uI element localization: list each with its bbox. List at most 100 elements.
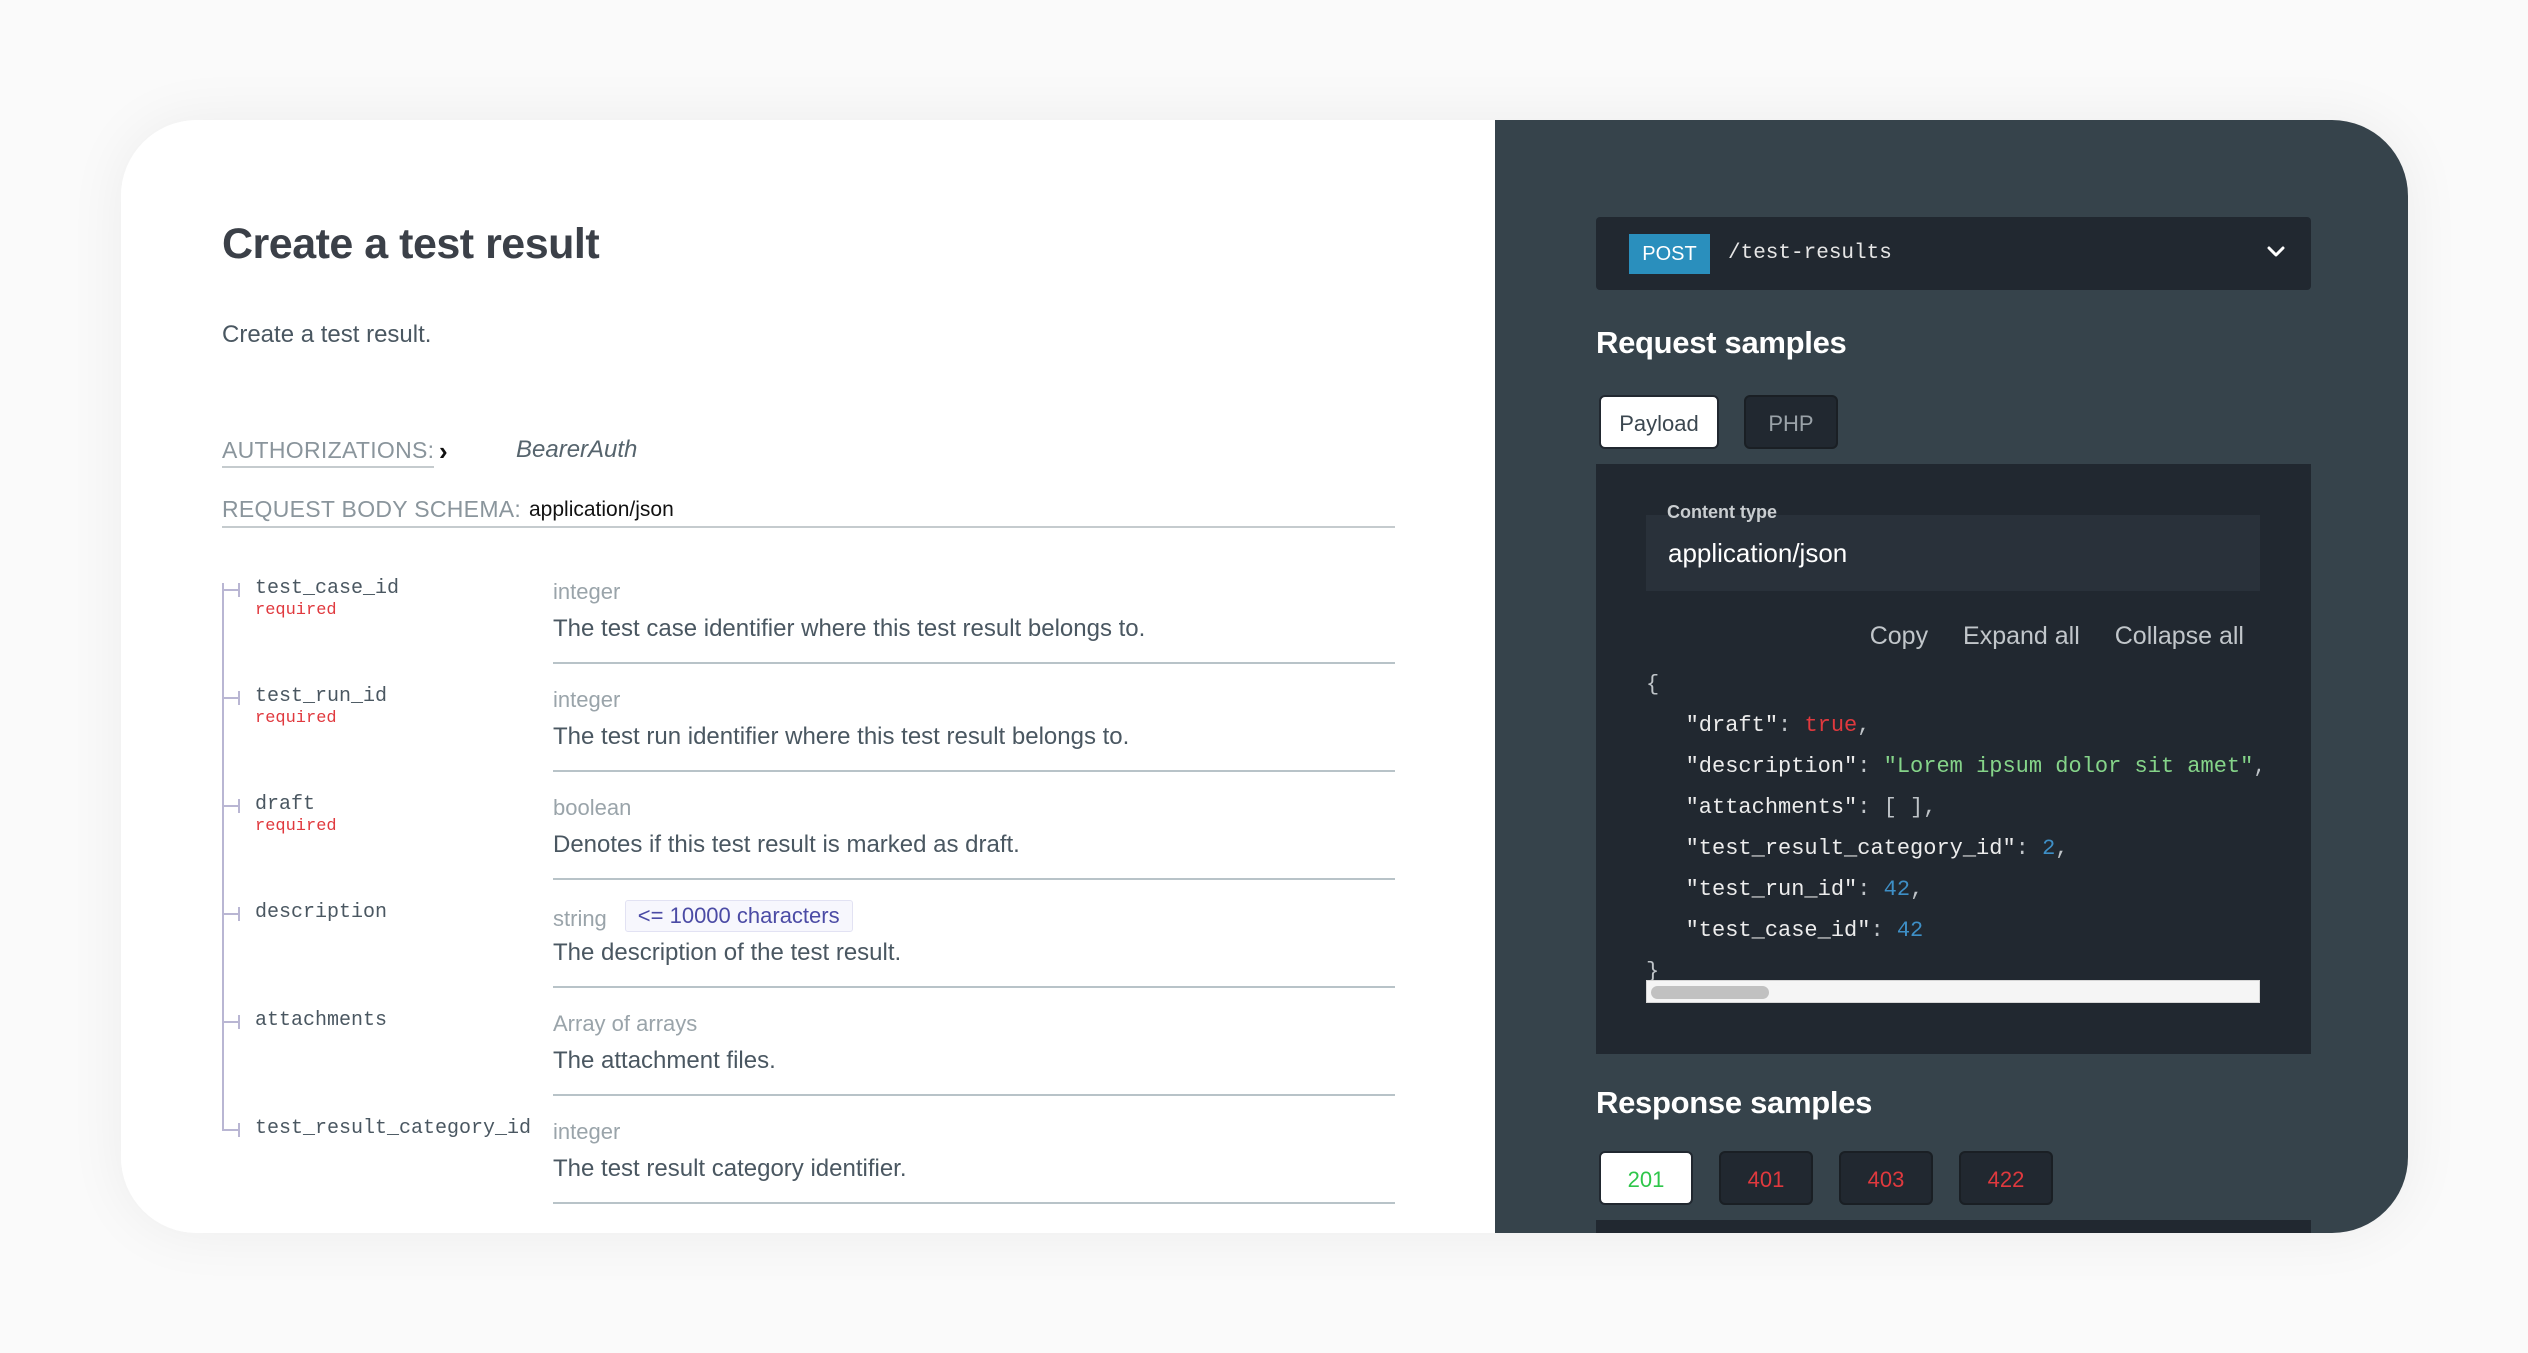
tree-branch — [224, 697, 238, 699]
schema-field-row: test_result_category_id integer The test r… — [222, 1111, 1395, 1227]
json-key: "test_case_id" — [1685, 918, 1871, 943]
api-operation-card: Create a test result Create a test resul… — [121, 120, 2408, 1233]
json-colon: : — [1857, 795, 1884, 820]
code-line: "test_case_id": 42 — [1646, 910, 2260, 951]
field-description: The test case identifier where this test… — [553, 615, 1146, 642]
field-type-label: integer — [553, 687, 621, 712]
json-key: "description" — [1685, 754, 1858, 779]
tree-corner — [222, 1111, 224, 1131]
field-type: string <= 10000 characters — [553, 900, 853, 935]
tree-tick — [238, 1015, 240, 1029]
schema-field-row: attachments Array of arrays The attachment… — [222, 1009, 1395, 1119]
field-description: Denotes if this test result is marked as… — [553, 831, 1020, 858]
json-comma: , — [2253, 754, 2260, 779]
tree-tick — [238, 583, 240, 597]
field-type-label: integer — [553, 1119, 621, 1144]
field-name[interactable]: test_case_id — [255, 577, 399, 600]
expand-all-button[interactable]: Expand all — [1963, 622, 2080, 650]
schema-field-row: test_case_id required integer The test case… — [222, 577, 1395, 687]
field-constraint: <= 10000 characters — [624, 900, 853, 932]
chevron-down-icon[interactable] — [2263, 239, 2289, 265]
field-divider — [553, 662, 1395, 664]
response-sample-panel — [1596, 1220, 2311, 1233]
tree-branch — [224, 589, 238, 591]
scrollbar-thumb[interactable] — [1651, 986, 1769, 999]
tree-branch — [224, 805, 238, 807]
field-name[interactable]: test_result_category_id — [255, 1117, 531, 1140]
field-name[interactable]: test_run_id — [255, 685, 387, 708]
tab-php[interactable]: PHP — [1744, 395, 1838, 449]
schema-field-row: draft required boolean Denotes if this test… — [222, 793, 1395, 903]
horizontal-scrollbar[interactable] — [1646, 980, 2260, 1003]
json-colon: : — [1778, 713, 1805, 738]
chevron-right-icon[interactable]: › — [439, 436, 448, 467]
field-description: The test run identifier where this test … — [553, 723, 1130, 750]
tree-branch — [224, 1021, 238, 1023]
json-comma: , — [1910, 877, 1924, 902]
page-title: Create a test result — [222, 220, 600, 268]
request-body-schema: REQUEST BODY SCHEMA: application/json — [222, 496, 1395, 528]
field-type-label: string — [553, 906, 607, 931]
field-divider — [553, 986, 1395, 988]
json-key: "test_run_id" — [1685, 877, 1858, 902]
field-type-label: boolean — [553, 795, 632, 820]
json-open-brace: { — [1646, 672, 1660, 697]
tree-tick — [238, 691, 240, 705]
json-colon: : — [1870, 918, 1897, 943]
request-samples-heading: Request samples — [1596, 325, 1847, 360]
samples-panel: POST /test-results Request samples Paylo… — [1495, 120, 2408, 1233]
content-type-value[interactable]: application/json — [1668, 538, 1847, 569]
tree-branch — [224, 1129, 238, 1131]
json-value: true — [1804, 713, 1858, 738]
tab-payload[interactable]: Payload — [1599, 395, 1719, 449]
field-type-label: integer — [553, 579, 621, 604]
field-divider — [553, 770, 1395, 772]
request-sample-panel: Content type application/json Copy Expan… — [1596, 464, 2311, 1054]
collapse-all-button[interactable]: Collapse all — [2115, 622, 2244, 650]
endpoint-selector[interactable]: POST /test-results — [1596, 217, 2311, 290]
json-comma: , — [1857, 713, 1871, 738]
required-badge: required — [255, 817, 337, 836]
field-type: Array of arrays — [553, 1011, 697, 1037]
field-name[interactable]: draft — [255, 793, 315, 816]
response-tab-401[interactable]: 401 — [1719, 1151, 1813, 1205]
json-key: "attachments" — [1685, 795, 1858, 820]
field-divider — [553, 1202, 1395, 1204]
field-type: integer — [553, 1119, 620, 1145]
field-name[interactable]: attachments — [255, 1009, 387, 1032]
field-type: integer — [553, 579, 620, 605]
response-tab-403[interactable]: 403 — [1839, 1151, 1933, 1205]
response-tab-422[interactable]: 422 — [1959, 1151, 2053, 1205]
code-line: "test_run_id": 42, — [1646, 869, 2260, 910]
json-key: "test_result_category_id" — [1685, 836, 2016, 861]
field-divider — [553, 1094, 1395, 1096]
field-name[interactable]: description — [255, 901, 387, 924]
operation-description: Create a test result. — [222, 321, 432, 348]
authorizations-toggle[interactable]: AUTHORIZATIONS: — [222, 437, 435, 468]
json-colon: : — [2015, 836, 2043, 861]
tree-tick — [238, 907, 240, 921]
field-divider — [553, 878, 1395, 880]
code-actions: Copy Expand all Collapse all — [1842, 622, 2244, 651]
json-value: "Lorem ipsum dolor sit amet" — [1883, 754, 2254, 779]
code-line: "draft": true, — [1646, 705, 2260, 746]
response-samples-heading: Response samples — [1596, 1085, 1873, 1120]
schema-field-row: test_run_id required integer The test run i… — [222, 685, 1395, 795]
code-line: { — [1646, 664, 2260, 705]
code-line: "test_result_category_id": 2, — [1646, 828, 2260, 869]
json-colon: : — [1857, 877, 1884, 902]
field-description: The test result category identifier. — [553, 1155, 907, 1182]
operation-docs-panel: Create a test result Create a test resul… — [121, 120, 1495, 1233]
schema-label: REQUEST BODY SCHEMA: — [222, 496, 522, 522]
json-value: 2 — [2042, 836, 2056, 861]
field-description: The attachment files. — [553, 1047, 776, 1074]
schema-field-row: description string <= 10000 characters The … — [222, 900, 1395, 1011]
copy-button[interactable]: Copy — [1870, 622, 1928, 650]
json-comma: , — [2055, 836, 2069, 861]
json-value: 42 — [1883, 877, 1911, 902]
json-key: "draft" — [1685, 713, 1779, 738]
response-tab-201[interactable]: 201 — [1599, 1151, 1693, 1205]
field-type: integer — [553, 687, 620, 713]
content-type-label: Content type — [1667, 502, 1777, 522]
tree-tick — [238, 1123, 240, 1137]
